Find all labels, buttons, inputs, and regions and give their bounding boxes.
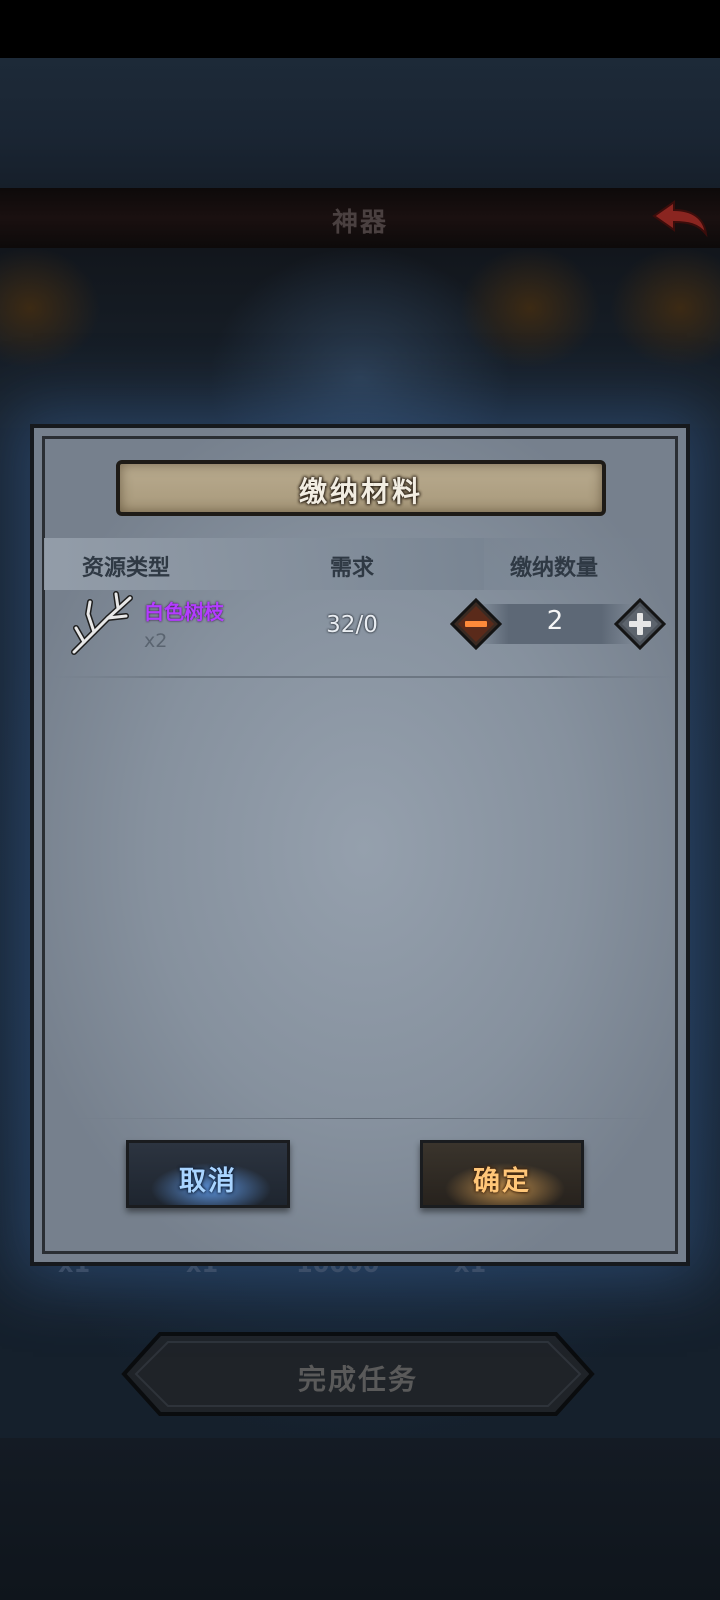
quantity-stepper-value[interactable]: 2 xyxy=(518,606,592,636)
item-owned-count: x2 xyxy=(144,630,168,652)
dialog-title: 缴纳材料 xyxy=(298,475,423,508)
column-header-required: 需求 xyxy=(330,556,375,581)
content-bottom-divider xyxy=(74,1118,654,1119)
increase-quantity-button[interactable] xyxy=(614,598,666,650)
game-screen: 神器 x1 x1 10000 x1 完成任务 缴纳材料 资源类型 需求 缴纳数量 xyxy=(0,0,720,1600)
submit-materials-dialog: 缴纳材料 资源类型 需求 缴纳数量 白色树枝 x2 32/0 2 取消 确定 xyxy=(30,424,690,1266)
complete-task-label: 完成任务 xyxy=(297,1363,418,1396)
column-header-resource-type: 资源类型 xyxy=(82,556,171,581)
background-upper xyxy=(0,58,720,188)
background-page-title: 神器 xyxy=(331,208,388,238)
item-required-count: 32/0 xyxy=(326,612,378,638)
background-artifact-scene xyxy=(0,248,720,428)
decrease-quantity-button[interactable] xyxy=(450,598,502,650)
white-branch-icon xyxy=(71,591,133,655)
column-header-submit-quantity: 缴纳数量 xyxy=(510,556,599,581)
confirm-button[interactable]: 确定 xyxy=(420,1140,584,1208)
row-divider xyxy=(54,676,674,678)
cancel-button[interactable]: 取消 xyxy=(126,1140,290,1208)
cancel-button-label: 取消 xyxy=(179,1166,237,1197)
background-bottom xyxy=(0,1438,720,1600)
confirm-button-label: 确定 xyxy=(473,1166,531,1197)
item-name: 白色树枝 xyxy=(144,600,224,624)
status-bar xyxy=(0,0,720,58)
back-arrow-icon[interactable] xyxy=(648,196,712,240)
